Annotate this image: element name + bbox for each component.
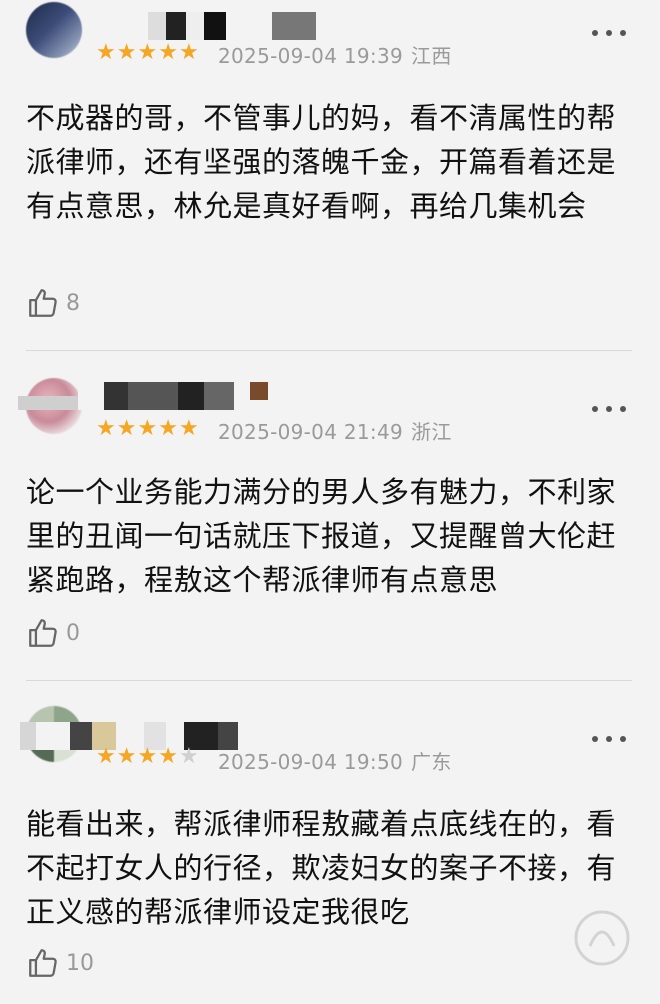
star-icon: ★	[116, 40, 137, 65]
username-mosaic[interactable]	[18, 382, 268, 410]
star-icon: ★	[178, 416, 199, 441]
comment-region: 浙江	[411, 420, 452, 444]
like-count: 0	[66, 620, 80, 646]
comment-text: 论一个业务能力满分的男人多有魅力，不利家里的丑闻一句话就压下报道，又提醒曾大伦赶…	[26, 475, 617, 597]
rating-stars: ★ ★ ★ ★ ★	[96, 42, 199, 64]
watermark-logo	[572, 907, 632, 968]
star-icon: ★	[158, 744, 178, 769]
comment-meta: 2025-09-04 19:50 广东	[218, 746, 452, 775]
star-icon: ★	[178, 40, 199, 65]
comment-text: 能看出来，帮派律师程敖藏着点底线在的，看不起打女人的行径，欺凌妇女的案子不接，有…	[26, 807, 617, 929]
thumbs-up-icon	[29, 289, 57, 317]
like-count: 10	[66, 950, 94, 976]
more-dots-icon[interactable]	[592, 734, 626, 744]
like-count: 8	[66, 290, 80, 316]
comment-meta: 2025-09-04 19:39 江西	[218, 40, 452, 69]
rating-stars: ★ ★ ★ ★ ★	[96, 746, 199, 768]
comment-region: 江西	[411, 44, 452, 68]
star-icon: ★	[96, 744, 116, 769]
divider	[26, 680, 632, 681]
watermark-emblem-icon	[574, 910, 630, 966]
more-dots-icon[interactable]	[592, 404, 626, 414]
thumbs-up-icon	[29, 619, 57, 647]
comment-date: 2025-09-04 19:50	[218, 750, 404, 774]
more-dots-icon[interactable]	[592, 28, 626, 38]
star-icon: ★	[116, 744, 137, 769]
rating-stars: ★ ★ ★ ★ ★	[96, 418, 199, 440]
comment-date: 2025-09-04 19:39	[218, 44, 404, 68]
divider	[26, 350, 632, 351]
star-icon: ★	[96, 40, 116, 65]
comment-region: 广东	[411, 750, 452, 774]
username-mosaic[interactable]	[148, 12, 316, 40]
comment-meta: 2025-09-04 21:49 浙江	[218, 416, 452, 445]
like-button[interactable]: 0	[26, 616, 80, 650]
like-button[interactable]: 10	[26, 946, 94, 980]
star-icon: ★	[116, 416, 137, 441]
star-icon: ★	[158, 416, 178, 441]
star-icon: ★	[137, 416, 158, 441]
star-icon: ★	[137, 40, 158, 65]
star-icon: ★	[96, 416, 116, 441]
star-icon: ★	[158, 40, 178, 65]
star-icon: ★	[178, 744, 199, 769]
star-icon: ★	[137, 744, 158, 769]
comment-date: 2025-09-04 21:49	[218, 420, 404, 444]
comment-text: 不成器的哥，不管事儿的妈，看不清属性的帮派律师，还有坚强的落魄千金，开篇看着还是…	[26, 101, 617, 223]
like-button[interactable]: 8	[26, 286, 80, 320]
avatar[interactable]	[26, 2, 82, 58]
thumbs-up-icon	[29, 949, 57, 977]
